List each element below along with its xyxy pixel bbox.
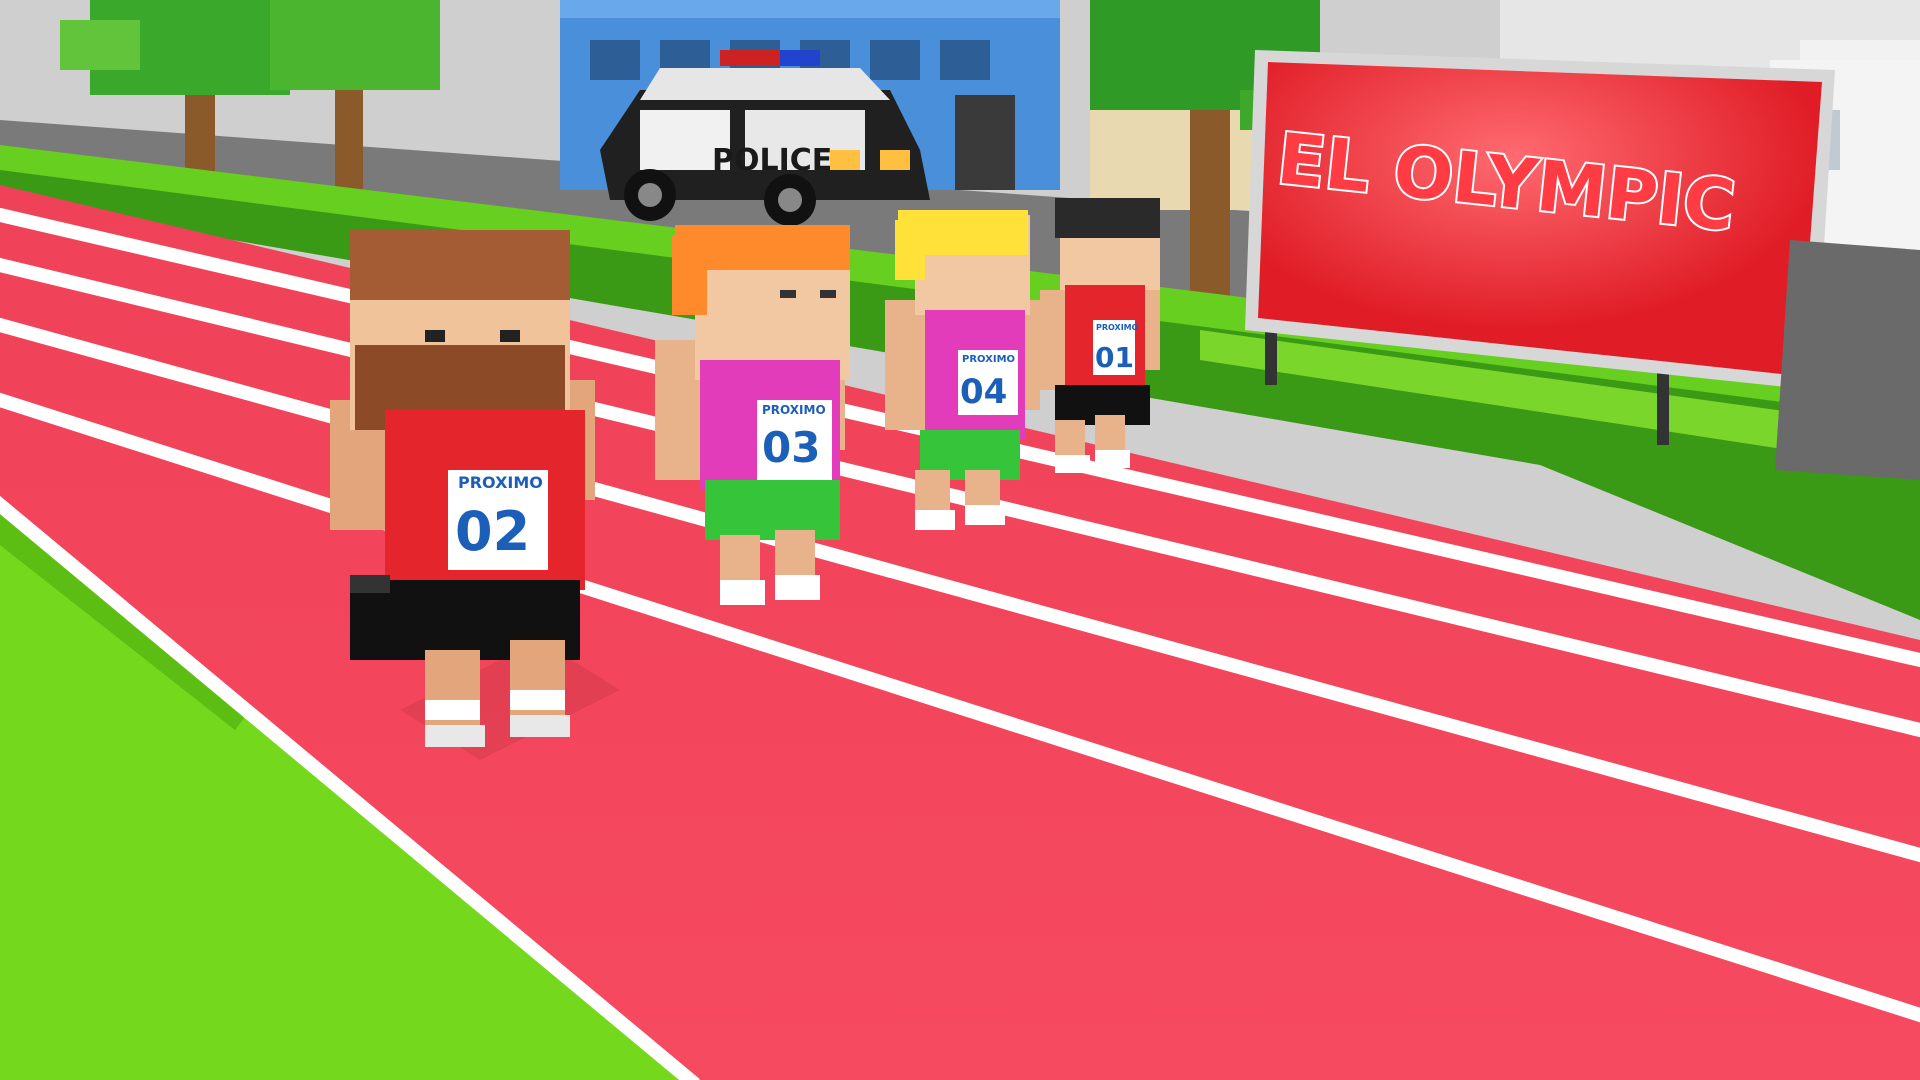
runner-02-brand: PROXIMO — [458, 473, 543, 492]
police-label: POLICE — [712, 143, 832, 178]
runner-03-number: 03 — [762, 423, 820, 472]
runner-04-brand: PROXIMO — [962, 354, 1015, 365]
runner-01-number: 01 — [1095, 341, 1134, 374]
runner-01-brand: PROXIMO — [1096, 323, 1139, 332]
runner-02-number: 02 — [455, 500, 530, 563]
runner-04-number: 04 — [960, 372, 1007, 412]
runner-03-brand: PROXIMO — [762, 403, 826, 417]
game-scene: POLICE EL OLYMPIC PROXIMO 02 PROXIMO 03 … — [0, 0, 1920, 1080]
pillar — [1775, 240, 1920, 480]
